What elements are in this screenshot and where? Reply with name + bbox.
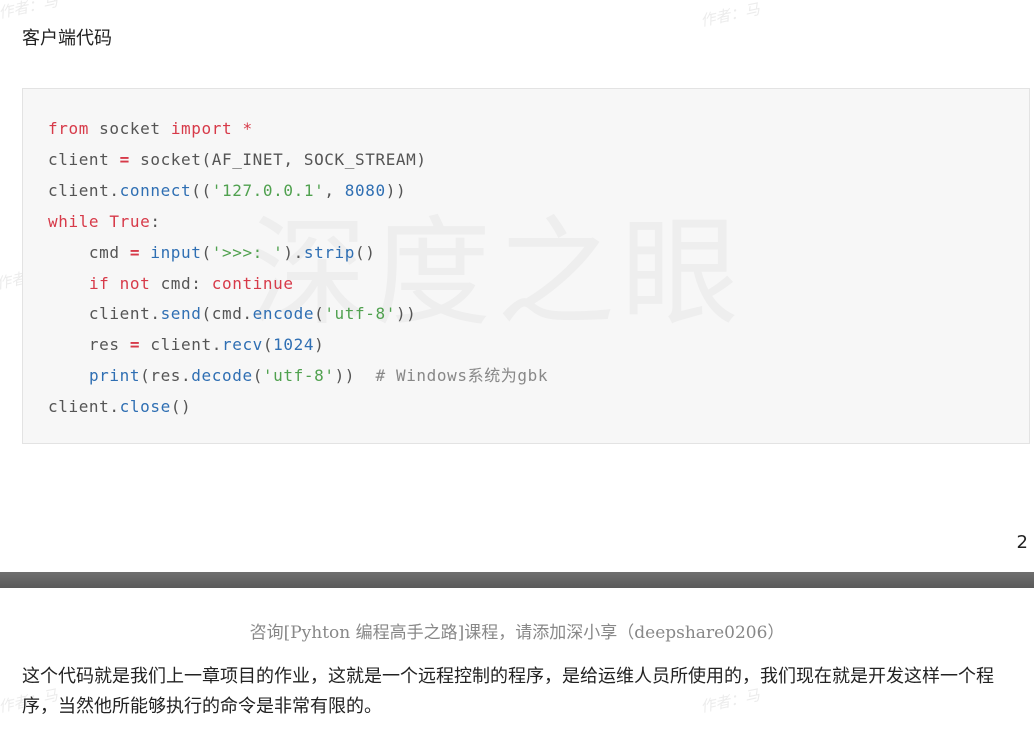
code-line: if not cmd: continue [88,273,294,293]
watermark-text: 作者：马 [0,0,60,23]
body-paragraph: 这个代码就是我们上一章项目的作业，这就是一个远程控制的程序，是给运维人员所使用的… [22,666,994,717]
code-line: client.send(cmd.encode('utf-8')) [48,304,417,324]
code-line: from socket import * [48,119,253,138]
code-line: res = client.recv(1024) [48,335,325,355]
code-line: client = socket(AF_INET, SOCK_STREAM) [48,149,427,169]
watermark-text: 作者：马 [698,0,762,31]
page-header-note: 咨询[Pyhton 编程高手之路]课程，请添加深小享（deepshare0206… [249,623,785,643]
code-block: 深度之眼 from socket import * client = socke… [22,88,1030,444]
section-heading: 客户端代码 [22,28,112,49]
code-line: client.close() [48,397,192,417]
code-line: cmd = input('>>>: ').strip() [48,242,376,262]
code-listing: from socket import * client = socket(AF_… [48,114,548,423]
page-number: 2 [1016,532,1028,553]
code-line: while True: [48,211,161,231]
code-line: print(res.decode('utf-8')) # Windows系统为g… [88,366,549,386]
code-line: client.connect(('127.0.0.1', 8080)) [48,180,407,200]
page-separator [0,572,1034,588]
